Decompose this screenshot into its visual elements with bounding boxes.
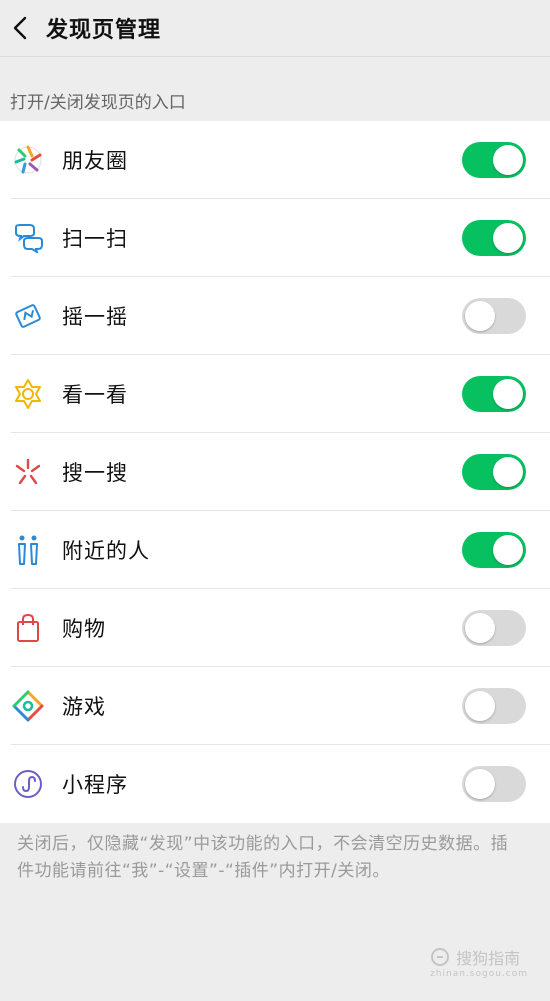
entry-top-stories: 看一看 [0,355,550,433]
entry-label: 附近的人 [62,539,150,563]
entry-label: 小程序 [62,773,128,797]
discover-entries-list: 朋友圈 扫一扫 摇一摇 看一看 搜一搜 附近的人 购物 游戏 小程序 [0,121,550,823]
top-stories-icon [11,377,45,411]
search-toggle[interactable] [462,454,526,490]
watermark-subtext: zhinan.sogou.com [430,969,528,979]
entry-mini-programs: 小程序 [0,745,550,823]
entry-search: 搜一搜 [0,433,550,511]
people-nearby-toggle[interactable] [462,532,526,568]
mini-programs-toggle[interactable] [462,766,526,802]
nav-bar: 发现页管理 [0,0,550,57]
shake-toggle[interactable] [462,298,526,334]
entry-moments: 朋友圈 [0,121,550,199]
back-button[interactable] [2,0,38,56]
shopping-toggle[interactable] [462,610,526,646]
shopping-bag-icon [11,611,45,645]
footer-note: 关闭后，仅隐藏“发现”中该功能的入口，不会清空历史数据。插件功能请前往“我”-“… [17,834,509,881]
entry-label: 朋友圈 [62,149,128,173]
entry-games: 游戏 [0,667,550,745]
entry-shake: 摇一摇 [0,277,550,355]
entry-shopping: 购物 [0,589,550,667]
watermark: 搜狗指南 zhinan.sogou.com [430,945,528,979]
entry-people-nearby: 附近的人 [0,511,550,589]
search-icon [11,455,45,489]
section-hint: 打开/关闭发现页的入口 [10,93,186,113]
scan-icon [11,221,45,255]
watermark-logo-icon [431,948,450,966]
scan-toggle[interactable] [462,220,526,256]
games-icon [11,689,45,723]
entry-label: 搜一搜 [62,461,128,485]
entry-label: 看一看 [62,383,128,407]
entry-label: 摇一摇 [62,305,128,329]
chevron-left-icon [13,16,27,40]
shake-icon [11,299,45,333]
entry-scan: 扫一扫 [0,199,550,277]
entry-label: 购物 [62,617,106,641]
games-toggle[interactable] [462,688,526,724]
watermark-text: 搜狗指南 [456,949,521,968]
entry-label: 扫一扫 [62,227,128,251]
people-nearby-icon [11,533,45,567]
mini-programs-icon [11,767,45,801]
moments-icon [11,143,45,177]
moments-toggle[interactable] [462,142,526,178]
entry-label: 游戏 [62,695,106,719]
top-stories-toggle[interactable] [462,376,526,412]
page-title: 发现页管理 [46,18,162,43]
